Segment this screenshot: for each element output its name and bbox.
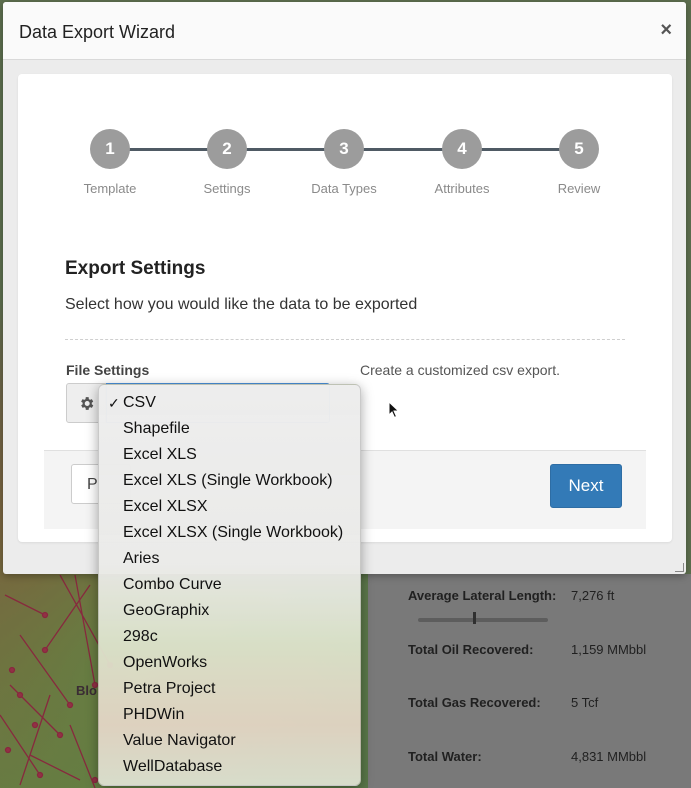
- option-label: GeoGraphix: [123, 602, 210, 619]
- step-template[interactable]: 1 Template: [55, 129, 165, 196]
- dropdown-option[interactable]: WellDatabase: [99, 754, 360, 780]
- step-label: Settings: [203, 181, 251, 196]
- wizard-stepper: 1 Template 2 Settings 3 Data Types 4 Att…: [18, 129, 672, 199]
- option-label: Excel XLS (Single Workbook): [123, 472, 333, 489]
- dropdown-option[interactable]: Excel XLSX: [99, 494, 360, 520]
- mouse-cursor-icon: [388, 401, 400, 419]
- option-label: OpenWorks: [123, 654, 208, 671]
- dropdown-option[interactable]: Shapefile: [99, 416, 360, 442]
- dropdown-option[interactable]: 298c: [99, 624, 360, 650]
- dropdown-option[interactable]: Excel XLSX (Single Workbook): [99, 520, 360, 546]
- section-title: Export Settings: [65, 258, 206, 279]
- export-description: Create a customized csv export.: [360, 362, 560, 378]
- close-button[interactable]: ×: [660, 20, 672, 40]
- dropdown-option[interactable]: Value Navigator: [99, 728, 360, 754]
- dropdown-option[interactable]: Petra Project: [99, 676, 360, 702]
- step-label: Template: [83, 181, 137, 196]
- modal-title: Data Export Wizard: [19, 22, 176, 42]
- option-label: Petra Project: [123, 680, 216, 697]
- dropdown-option[interactable]: Aries: [99, 546, 360, 572]
- step-number: 5: [559, 129, 599, 169]
- dropdown-option[interactable]: OpenWorks: [99, 650, 360, 676]
- option-label: Excel XLSX (Single Workbook): [123, 524, 344, 541]
- option-label: Shapefile: [123, 420, 190, 437]
- dropdown-option[interactable]: GeoGraphix: [99, 598, 360, 624]
- option-label: PHDWin: [123, 706, 185, 723]
- option-label: Excel XLS: [123, 446, 197, 463]
- option-label: Aries: [123, 550, 160, 567]
- dropdown-option[interactable]: Excel XLS (Single Workbook): [99, 468, 360, 494]
- dropdown-option[interactable]: ✓ CSV: [99, 390, 360, 416]
- option-label: 298c: [123, 628, 158, 645]
- next-button[interactable]: Next: [550, 464, 622, 508]
- step-label: Data Types: [311, 181, 377, 196]
- dropdown-option[interactable]: Combo Curve: [99, 572, 360, 598]
- step-number: 2: [207, 129, 247, 169]
- checkmark-icon: ✓: [108, 395, 120, 411]
- step-label: Review: [557, 181, 601, 196]
- option-label: Excel XLSX: [123, 498, 208, 515]
- resize-handle[interactable]: [675, 563, 684, 572]
- step-data-types[interactable]: 3 Data Types: [289, 129, 399, 196]
- file-settings-label: File Settings: [66, 362, 150, 378]
- modal-header: Data Export Wizard ×: [3, 2, 686, 60]
- step-label: Attributes: [434, 181, 490, 196]
- option-label: CSV: [123, 394, 156, 411]
- option-label: Value Navigator: [123, 732, 236, 749]
- step-settings[interactable]: 2 Settings: [172, 129, 282, 196]
- step-number: 4: [442, 129, 482, 169]
- step-attributes[interactable]: 4 Attributes: [407, 129, 517, 196]
- dropdown-option[interactable]: PHDWin: [99, 702, 360, 728]
- step-number: 1: [90, 129, 130, 169]
- export-format-dropdown: ✓ CSV Shapefile Excel XLS Excel XLS (Sin…: [98, 384, 361, 786]
- option-label: Combo Curve: [123, 576, 222, 593]
- section-description: Select how you would like the data to be…: [65, 296, 418, 313]
- option-label: WellDatabase: [123, 758, 223, 775]
- step-review[interactable]: 5 Review: [524, 129, 634, 196]
- step-number: 3: [324, 129, 364, 169]
- divider: [65, 339, 625, 340]
- gear-icon-glyph: [80, 396, 93, 410]
- dropdown-option[interactable]: Excel XLS: [99, 442, 360, 468]
